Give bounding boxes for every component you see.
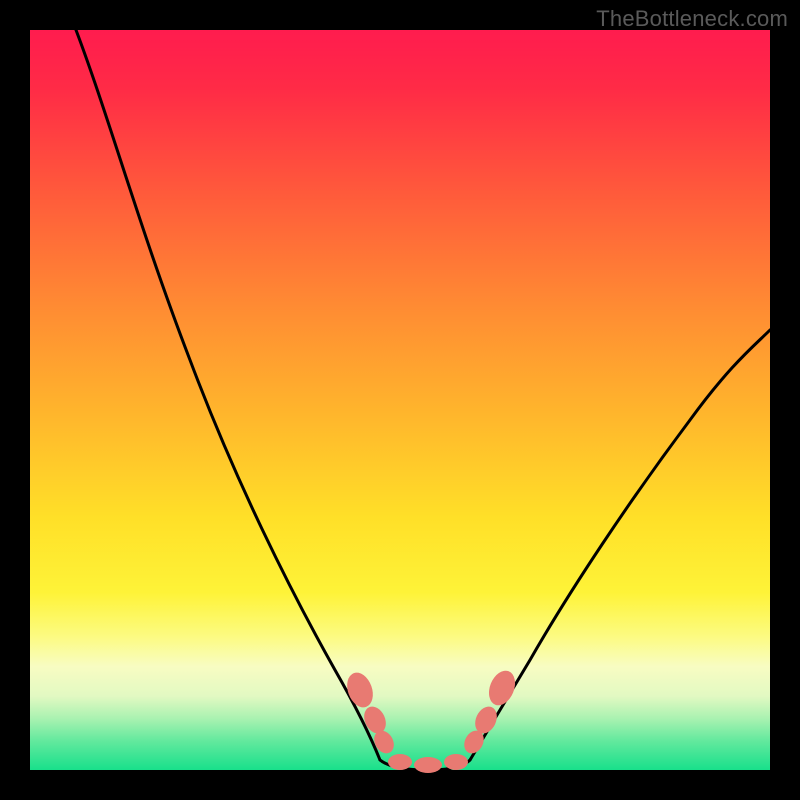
lobe-floor-right: [444, 754, 468, 770]
lobe-floor-mid: [414, 757, 442, 773]
lobe-left-upper: [343, 669, 378, 711]
curve-left-branch: [76, 30, 380, 760]
curve-svg: [30, 30, 770, 770]
watermark-text: TheBottleneck.com: [596, 6, 788, 32]
curve-right-branch: [470, 330, 770, 760]
plot-area: [30, 30, 770, 770]
chart-frame: TheBottleneck.com: [0, 0, 800, 800]
valley-lobes: [343, 667, 520, 773]
lobe-floor-left: [388, 754, 412, 770]
